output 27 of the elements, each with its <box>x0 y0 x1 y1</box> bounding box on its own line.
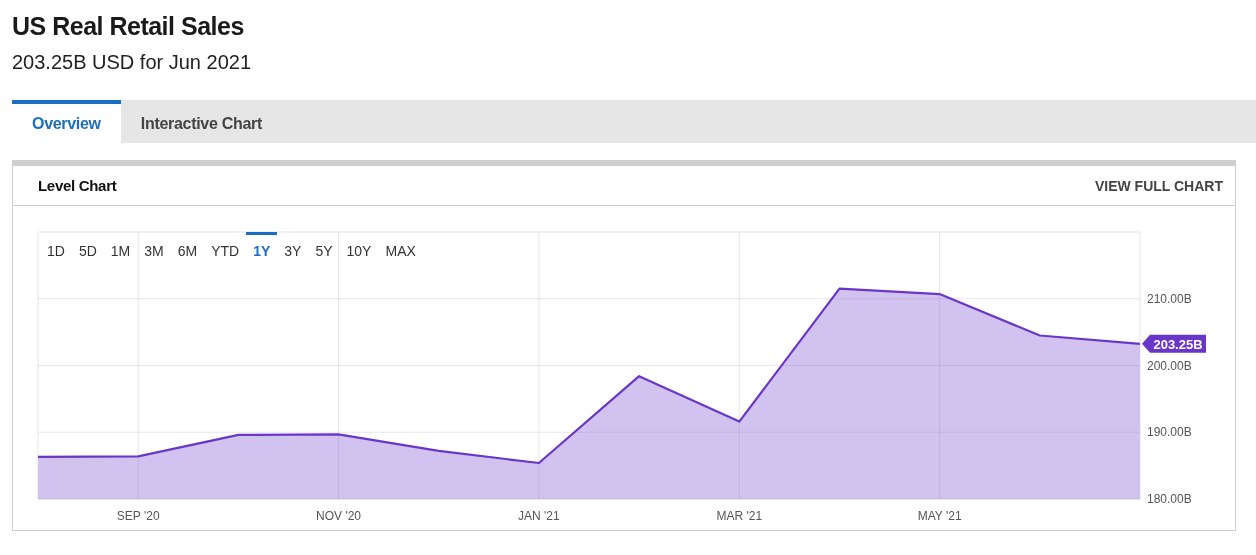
value-badge: 203.25B <box>1142 334 1206 353</box>
range-button[interactable]: 10Y <box>339 232 379 262</box>
view-full-chart-link[interactable]: VIEW FULL CHART <box>1094 177 1223 194</box>
range-button[interactable]: 5Y <box>308 232 340 262</box>
range-button[interactable]: 3Y <box>277 232 309 262</box>
x-axis-label: NOV '20 <box>316 509 362 523</box>
range-button[interactable]: YTD <box>204 232 247 262</box>
x-axis-label: JAN '21 <box>518 509 560 523</box>
range-button[interactable]: MAX <box>378 232 423 262</box>
x-axis-label: SEP '20 <box>116 509 160 523</box>
page-subtitle: 203.25B USD for Jun 2021 <box>12 50 253 75</box>
y-axis-label: 210.00B <box>1147 291 1192 306</box>
card-title: Level Chart <box>38 177 117 194</box>
range-button[interactable]: 1M <box>103 232 138 262</box>
tab[interactable]: Interactive Chart <box>120 100 282 143</box>
tab[interactable]: Overview <box>12 100 121 143</box>
x-axis-label: MAR '21 <box>716 509 763 523</box>
x-axis-label: MAY '21 <box>917 509 962 523</box>
range-button[interactable]: 1Y <box>246 232 278 262</box>
y-axis-label: 190.00B <box>1147 425 1192 440</box>
range-button[interactable]: 5D <box>71 232 104 262</box>
range-button[interactable]: 3M <box>137 232 171 262</box>
range-button[interactable]: 1D <box>40 232 72 262</box>
y-axis-label: 180.00B <box>1147 492 1192 506</box>
y-axis-label: 200.00B <box>1147 358 1192 373</box>
page-title: US Real Retail Sales <box>12 11 245 42</box>
range-button[interactable]: 6M <box>170 232 205 262</box>
